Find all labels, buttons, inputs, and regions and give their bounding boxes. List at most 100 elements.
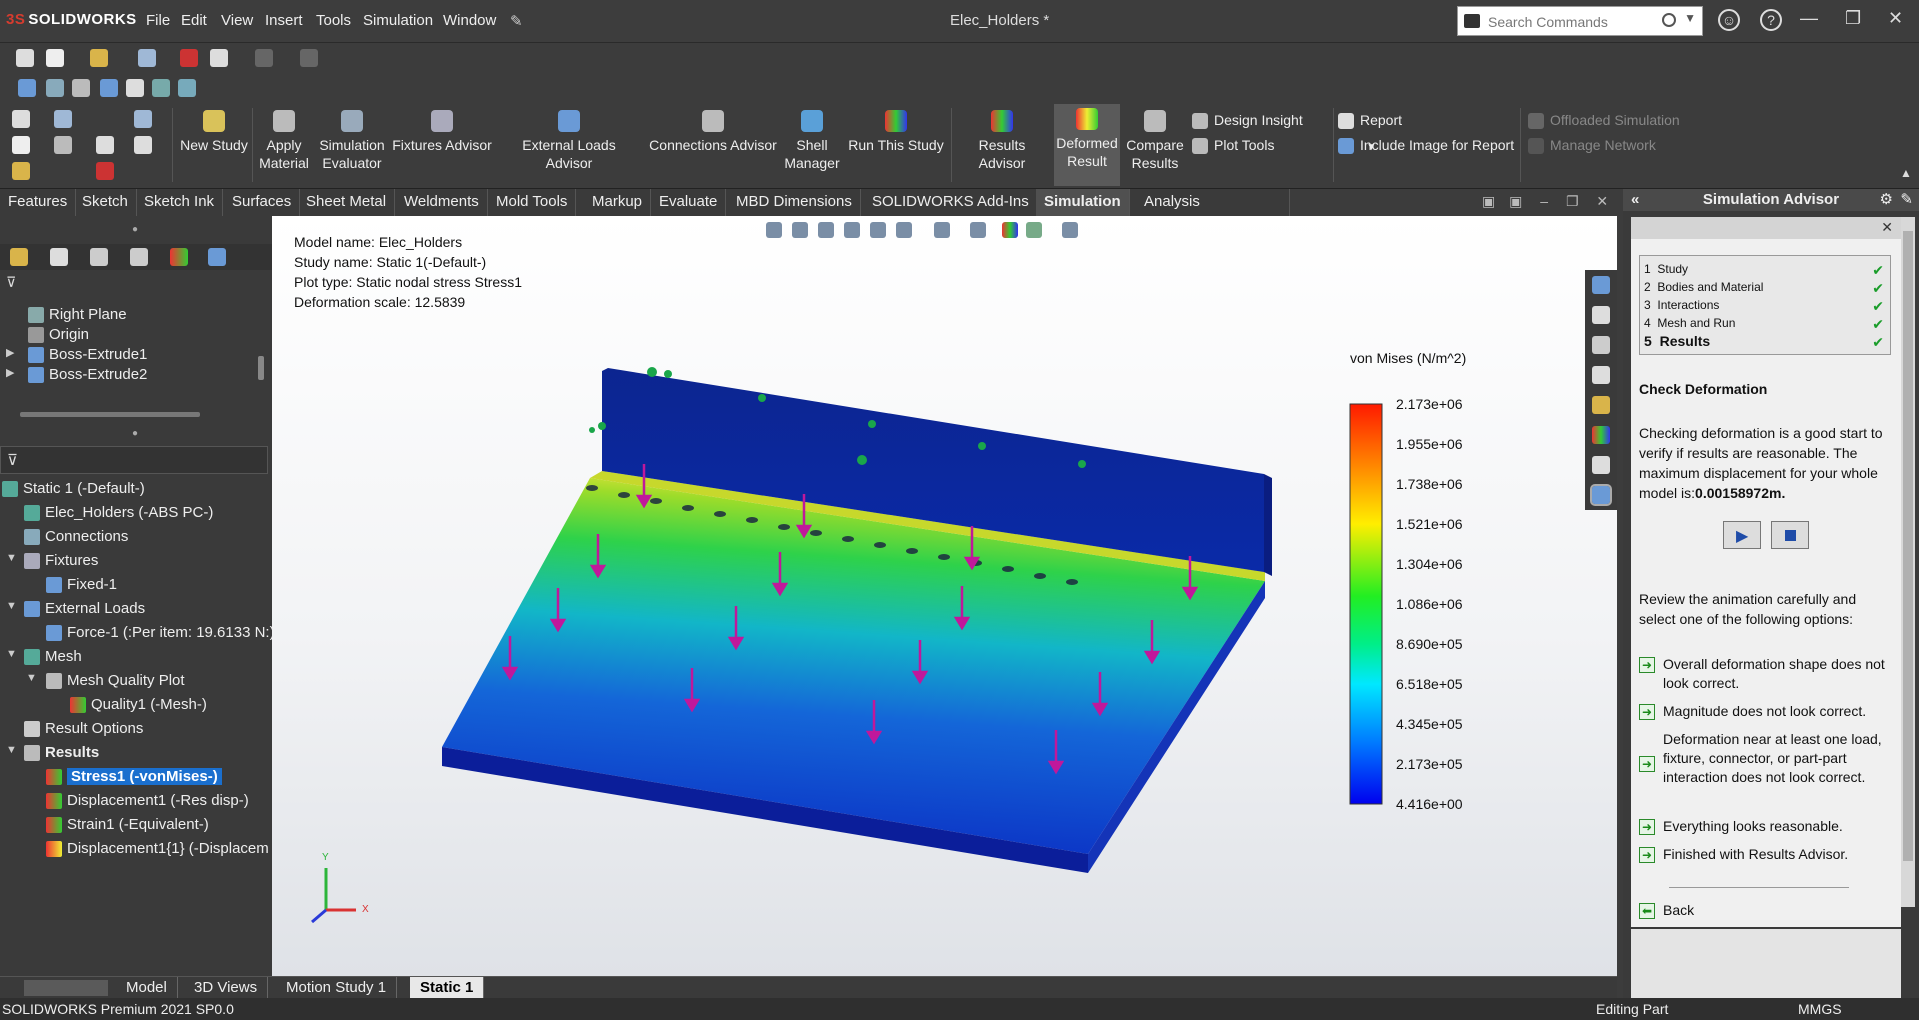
tree-item-mesh[interactable]: Mesh <box>24 646 82 668</box>
tab-solidworks-add-ins[interactable]: SOLIDWORKS Add-Ins <box>864 189 1038 216</box>
shell-manager-button[interactable]: Shell Manager <box>784 106 840 172</box>
tree-item-result-options[interactable]: Result Options <box>24 718 143 740</box>
point-tool-icon[interactable] <box>100 79 118 97</box>
search-commands-input[interactable]: Search Commands ▼ <box>1457 6 1703 36</box>
step-study[interactable]: 1 Study ✔ <box>1640 260 1890 278</box>
tree-item-connections[interactable]: Connections <box>24 526 128 548</box>
trim-tool-icon[interactable] <box>72 79 90 97</box>
sketch-tool-icon[interactable] <box>18 79 36 97</box>
run-this-study-button[interactable]: Run This Study <box>846 106 946 154</box>
tab-3d-views[interactable]: 3D Views <box>184 977 269 999</box>
option-finished[interactable]: ➜ Finished with Results Advisor. <box>1639 845 1891 864</box>
close-icon[interactable]: ✕ <box>1888 8 1903 29</box>
tree-item-boss-extrude2[interactable]: Boss-Extrude2 <box>28 364 147 386</box>
external-loads-advisor-button[interactable]: External Loads Advisor <box>498 106 640 172</box>
move-tool-icon[interactable] <box>126 79 144 97</box>
save-icon[interactable] <box>138 49 156 67</box>
step-interactions[interactable]: 3 Interactions ✔ <box>1640 296 1890 314</box>
option-local-deformation-incorrect[interactable]: ➜ Deformation near at least one load, fix… <box>1639 730 1891 787</box>
home-icon[interactable] <box>1592 306 1610 324</box>
splitter-handle[interactable]: ● <box>132 428 138 439</box>
scrollbar-thumb[interactable] <box>258 356 264 380</box>
collapse-arrow-icon[interactable]: ▼ <box>6 744 17 756</box>
pin-icon[interactable]: ✎ <box>1900 189 1913 211</box>
tree-item-strain1[interactable]: Strain1 (-Equivalent-) <box>46 814 209 836</box>
configuration-manager-icon[interactable] <box>90 248 108 266</box>
tree-item-fixed-1[interactable]: Fixed-1 <box>46 574 117 596</box>
close-icon[interactable]: ✕ <box>1596 193 1608 209</box>
tab-weldments[interactable]: Weldments <box>396 189 488 216</box>
search-icon[interactable] <box>1662 13 1676 27</box>
menu-simulation[interactable]: Simulation <box>363 12 433 29</box>
tree-filter-bar[interactable]: ⊽ <box>0 446 268 474</box>
mirror-tool-icon[interactable] <box>178 79 196 97</box>
rebuild-icon[interactable] <box>180 49 198 67</box>
panel-icon[interactable] <box>134 110 152 128</box>
fixtures-advisor-button[interactable]: Fixtures Advisor <box>392 106 492 154</box>
tab-model[interactable]: Model <box>116 977 178 999</box>
open-file-icon[interactable] <box>90 49 108 67</box>
compare-results-button[interactable]: Compare Results <box>1124 106 1186 172</box>
graphics-viewport[interactable]: Model name: Elec_Holders Study name: Sta… <box>272 216 1617 976</box>
rebuild-icon[interactable] <box>96 162 114 180</box>
user-icon[interactable]: ☺ <box>1718 9 1740 31</box>
tab-scroll-arrows[interactable] <box>24 980 108 996</box>
redo-icon[interactable] <box>300 49 318 67</box>
tree-item-stress1[interactable]: Stress1 (-vonMises-) <box>46 766 222 788</box>
custom-properties-icon[interactable] <box>1592 456 1610 474</box>
new-file-icon[interactable] <box>12 136 30 154</box>
view-palette-icon[interactable] <box>1592 396 1610 414</box>
new-file-icon[interactable] <box>46 49 64 67</box>
print-icon[interactable] <box>54 136 72 154</box>
manage-network-button[interactable]: Manage Network <box>1528 137 1656 155</box>
step-mesh-run[interactable]: 4 Mesh and Run ✔ <box>1640 314 1890 332</box>
advisor-scrollbar[interactable] <box>1901 217 1915 907</box>
filter-icon[interactable]: ⊽ <box>6 274 16 291</box>
restore-icon[interactable]: ❐ <box>1845 8 1861 29</box>
simulation-manager-icon[interactable] <box>208 248 226 266</box>
solidworks-resources-icon[interactable] <box>1592 276 1610 294</box>
options-gear-icon[interactable] <box>134 136 152 154</box>
expand-arrow-icon[interactable]: ▶ <box>6 366 14 379</box>
menu-tools[interactable]: Tools <box>316 12 351 29</box>
option-shape-incorrect[interactable]: ➜ Overall deformation shape does not look… <box>1639 655 1891 693</box>
step-bodies-material[interactable]: 2 Bodies and Material ✔ <box>1640 278 1890 296</box>
close-icon[interactable]: ✕ <box>1881 219 1893 236</box>
collapse-arrow-icon[interactable]: ▼ <box>26 672 37 684</box>
collapse-panel-icon[interactable]: « <box>1631 189 1639 211</box>
tab-mbd-dimensions[interactable]: MBD Dimensions <box>728 189 861 216</box>
tree-item-fixtures[interactable]: Fixtures <box>24 550 98 572</box>
tree-item-external-loads[interactable]: External Loads <box>24 598 145 620</box>
restore-icon[interactable]: ❐ <box>1566 193 1579 209</box>
tab-sketch[interactable]: Sketch <box>74 189 137 216</box>
tab-simulation[interactable]: Simulation <box>1036 189 1130 216</box>
option-magnitude-incorrect[interactable]: ➜ Magnitude does not look correct. <box>1639 702 1891 721</box>
tab-features[interactable]: Features <box>0 189 77 216</box>
tree-item-mesh-quality-plot[interactable]: Mesh Quality Plot <box>46 670 185 692</box>
stop-animation-button[interactable] <box>1771 521 1809 549</box>
tab-analysis-preparation[interactable]: Analysis Preparation <box>1136 189 1290 236</box>
option-everything-reasonable[interactable]: ➜ Everything looks reasonable. <box>1639 817 1891 836</box>
tab-static-1[interactable]: Static 1 <box>410 977 485 999</box>
menu-window[interactable]: Window <box>443 12 496 29</box>
tree-item-origin[interactable]: Origin <box>28 324 89 346</box>
tree-item-part[interactable]: Elec_Holders (-ABS PC-) <box>24 502 213 524</box>
design-insight-button[interactable]: Design Insight <box>1192 112 1303 130</box>
horizontal-scrollbar[interactable] <box>20 412 200 417</box>
tab-evaluate[interactable]: Evaluate <box>651 189 727 216</box>
units-label[interactable]: MMGS <box>1798 998 1842 1020</box>
save-icon[interactable] <box>54 110 72 128</box>
home-icon[interactable] <box>16 49 34 67</box>
menu-view[interactable]: View <box>221 12 253 29</box>
include-image-button[interactable]: Include Image for Report <box>1338 137 1514 155</box>
tree-item-force-1[interactable]: Force-1 (:Per item: 19.6133 N:) <box>46 622 275 644</box>
options-gear-icon[interactable] <box>210 49 228 67</box>
solidworks-logo[interactable]: 3S SOLIDWORKS <box>6 11 137 28</box>
expand-arrow-icon[interactable]: ▶ <box>6 346 14 359</box>
step-results[interactable]: 5 Results ✔ <box>1640 332 1890 350</box>
report-button[interactable]: Report <box>1338 112 1402 130</box>
appearances-icon[interactable] <box>1592 426 1610 444</box>
home-icon[interactable] <box>12 110 30 128</box>
minimize-icon[interactable]: – <box>1540 193 1548 209</box>
pattern-tool-icon[interactable] <box>152 79 170 97</box>
